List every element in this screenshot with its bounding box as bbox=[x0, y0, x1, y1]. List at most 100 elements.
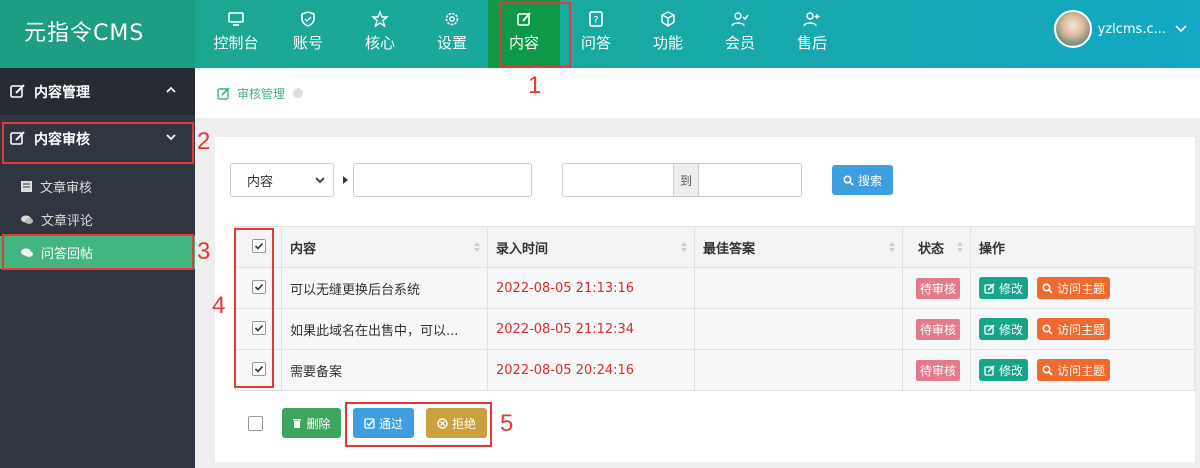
comments-icon bbox=[21, 215, 33, 224]
row-content[interactable]: 如果此域名在出售中，可以... bbox=[281, 308, 488, 350]
edit-button[interactable]: 修改 bbox=[979, 359, 1029, 381]
sidebar-item-article-review[interactable]: 文章审核 bbox=[0, 170, 195, 203]
search-icon bbox=[1042, 364, 1053, 376]
field-select[interactable]: 内容 bbox=[230, 163, 334, 197]
keyword-input[interactable] bbox=[353, 163, 532, 197]
column-header-label: 状态 bbox=[917, 241, 944, 257]
column-header-label: 操作 bbox=[979, 241, 1006, 257]
user-plus-icon bbox=[803, 12, 820, 27]
logo[interactable]: 元指令CMS bbox=[0, 0, 195, 68]
edit-button[interactable]: 修改 bbox=[979, 277, 1029, 299]
row-actions: 修改 访问主题 bbox=[970, 349, 1195, 391]
column-header-time[interactable]: 录入时间 bbox=[487, 226, 695, 268]
chevron-down-icon bbox=[1175, 25, 1187, 33]
column-header-label: 录入时间 bbox=[496, 241, 549, 257]
annotation-number: 4 bbox=[212, 292, 226, 319]
nav-item-account[interactable]: 账号 bbox=[272, 0, 344, 68]
delete-button-label: 删除 bbox=[306, 416, 331, 431]
document-icon bbox=[21, 181, 32, 192]
user-menu[interactable]: yzlcms.c... bbox=[1053, 10, 1188, 48]
column-header-content[interactable]: 内容 bbox=[281, 226, 488, 268]
annotation-number: 2 bbox=[197, 128, 211, 155]
nav-item-settings[interactable]: 设置 bbox=[416, 0, 488, 68]
nav-label: 账号 bbox=[292, 34, 323, 52]
edit-icon bbox=[984, 364, 995, 376]
caret-right-icon bbox=[343, 176, 348, 184]
filter-bar: 内容 到 搜索 bbox=[230, 163, 893, 197]
row-status-cell: 待审核 bbox=[902, 308, 971, 350]
nav-item-aftersales[interactable]: 售后 bbox=[776, 0, 848, 68]
status-badge: 待审核 bbox=[915, 277, 960, 299]
sort-icon bbox=[889, 242, 895, 252]
avatar[interactable] bbox=[1053, 10, 1092, 48]
row-status-cell: 待审核 bbox=[902, 349, 971, 391]
shield-icon bbox=[301, 11, 315, 27]
edit-icon bbox=[10, 84, 25, 98]
highlight-box-review-group bbox=[2, 122, 194, 164]
row-time: 2022-08-05 20:24:16 bbox=[487, 349, 695, 391]
highlight-box-nav-content bbox=[499, 2, 571, 68]
breadcrumb-label[interactable]: 审核管理 bbox=[237, 85, 285, 102]
chevron-down-icon bbox=[315, 177, 325, 184]
svg-text:?: ? bbox=[593, 15, 598, 26]
end-date-input[interactable] bbox=[698, 163, 802, 197]
username: yzlcms.c... bbox=[1097, 21, 1166, 37]
status-dot bbox=[293, 88, 304, 98]
nav-label: 设置 bbox=[436, 34, 467, 52]
row-best-answer bbox=[694, 308, 903, 350]
table-row: 需要备案 2022-08-05 20:24:16 待审核 修改 访问主题 bbox=[235, 349, 1195, 391]
row-best-answer bbox=[694, 349, 903, 391]
annotation-number: 5 bbox=[500, 410, 514, 437]
search-button[interactable]: 搜索 bbox=[832, 165, 893, 195]
column-header-best-answer[interactable]: 最佳答案 bbox=[694, 226, 903, 268]
search-icon bbox=[1042, 323, 1053, 335]
row-status-cell: 待审核 bbox=[902, 267, 971, 309]
highlight-box-qa-replies bbox=[2, 234, 194, 270]
review-table: 内容 录入时间 最佳答案 状态 操作 可以无缝更换后台系统 2022-08-05… bbox=[235, 226, 1195, 391]
edit-button-label: 修改 bbox=[999, 363, 1024, 378]
row-actions: 修改 访问主题 bbox=[970, 267, 1195, 309]
edit-button-label: 修改 bbox=[999, 322, 1024, 337]
sidebar-item-label: 文章评论 bbox=[41, 214, 94, 229]
search-button-label: 搜索 bbox=[857, 173, 882, 188]
nav-label: 控制台 bbox=[213, 34, 259, 52]
chevron-up-icon bbox=[166, 86, 176, 93]
delete-button[interactable]: 删除 bbox=[282, 408, 341, 438]
nav-item-features[interactable]: 功能 bbox=[632, 0, 704, 68]
column-header-actions: 操作 bbox=[970, 226, 1195, 268]
sort-icon bbox=[681, 242, 687, 252]
sidebar-group-content-management[interactable]: 内容管理 bbox=[0, 68, 195, 115]
nav-label: 核心 bbox=[364, 34, 395, 52]
monitor-icon bbox=[228, 12, 244, 26]
sort-icon bbox=[957, 242, 963, 252]
row-actions: 修改 访问主题 bbox=[970, 308, 1195, 350]
table-header-row: 内容 录入时间 最佳答案 状态 操作 bbox=[235, 226, 1195, 268]
nav-item-members[interactable]: 会员 bbox=[704, 0, 776, 68]
row-content[interactable]: 需要备案 bbox=[281, 349, 488, 391]
date-range-separator: 到 bbox=[674, 163, 698, 197]
sidebar-item-article-comments[interactable]: 文章评论 bbox=[0, 203, 195, 236]
nav-item-dashboard[interactable]: 控制台 bbox=[200, 0, 272, 68]
sort-icon bbox=[474, 242, 480, 252]
visit-topic-button[interactable]: 访问主题 bbox=[1037, 277, 1111, 299]
top-header: 元指令CMS 控制台 账号 核心 设置 内容 ? 问答 功能 会员 售后 yzl… bbox=[0, 0, 1200, 68]
column-header-status[interactable]: 状态 bbox=[902, 226, 971, 268]
bulk-select-checkbox[interactable] bbox=[248, 415, 263, 431]
nav-item-core[interactable]: 核心 bbox=[344, 0, 416, 68]
visit-topic-button[interactable]: 访问主题 bbox=[1037, 318, 1111, 340]
row-content[interactable]: 可以无缝更换后台系统 bbox=[281, 267, 488, 309]
column-header-label: 内容 bbox=[290, 241, 317, 257]
edit-icon bbox=[984, 323, 995, 335]
star-icon bbox=[371, 11, 389, 27]
visit-topic-button[interactable]: 访问主题 bbox=[1037, 359, 1111, 381]
cube-icon bbox=[661, 11, 675, 27]
search-icon bbox=[843, 174, 854, 186]
user-check-icon bbox=[731, 12, 749, 27]
highlight-box-approve-reject bbox=[345, 402, 492, 447]
edit-button[interactable]: 修改 bbox=[979, 318, 1029, 340]
start-date-input[interactable] bbox=[562, 163, 674, 197]
gear-icon bbox=[445, 12, 459, 26]
row-time: 2022-08-05 21:12:34 bbox=[487, 308, 695, 350]
nav-label: 售后 bbox=[796, 34, 827, 52]
visit-topic-label: 访问主题 bbox=[1057, 281, 1106, 296]
